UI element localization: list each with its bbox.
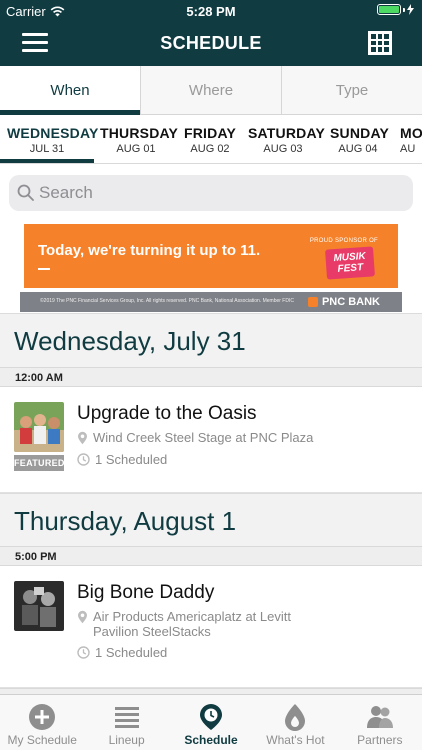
filter-tabs: When Where Type [0,66,422,115]
event-scheduled: 1 Scheduled [77,452,167,467]
day-name: FRIDAY [183,125,237,141]
event-venue: Wind Creek Steel Stage at PNC Plaza [77,430,313,445]
tab-lineup[interactable]: Lineup [84,695,168,750]
venue-line-1: Air Products Americaplatz at Levitt [93,609,291,624]
battery-icon [377,4,414,15]
section-title: Thursday, August 1 [14,506,237,536]
event-thumbnail [14,402,64,452]
ad-footer: ©2019 The PNC Financial Services Group, … [20,292,402,312]
status-time: 5:28 PM [186,4,236,19]
plus-circle-icon [29,704,56,730]
clock-icon [77,646,90,659]
day-thursday[interactable]: THURSDAY AUG 01 [100,125,179,155]
tab-label: My Schedule [7,733,77,747]
sponsor-ad-banner[interactable]: Today, we're turning it up to 11. PROUD … [20,222,402,312]
event-row[interactable]: FEATURED Upgrade to the Oasis Wind Creek… [0,387,422,493]
day-name: THURSDAY [100,125,179,141]
tab-when[interactable]: When [0,66,140,115]
tab-label: Partners [357,733,403,747]
tab-my-schedule[interactable]: My Schedule [0,695,84,750]
day-selector: WEDNESDAY JUL 31 THURSDAY AUG 01 FRIDAY … [0,115,422,164]
tab-schedule[interactable]: Schedule [169,695,253,750]
day-name: MO [400,125,422,141]
scheduled-count: 1 Scheduled [95,645,168,660]
ad-main: Today, we're turning it up to 11. PROUD … [24,224,398,288]
day-date: AUG 01 [116,143,156,155]
day-date: AUG 04 [338,143,378,155]
flame-icon [285,704,306,731]
date-section-header: Wednesday, July 31 [0,313,422,367]
time-slot-label: 12:00 AM [15,372,63,384]
tab-whats-hot[interactable]: What's Hot [253,695,337,750]
venue-line-2: Pavilion SteelStacks [93,624,211,639]
time-slot-label: 5:00 PM [15,551,57,563]
nav-bar: SCHEDULE [0,22,422,66]
day-name: SATURDAY [248,125,326,141]
day-date: AU [400,143,416,155]
page-title: SCHEDULE [160,33,262,53]
day-name: WEDNESDAY [7,125,99,141]
time-slot-header: 12:00 AM [0,367,422,387]
tab-type-label: Type [335,82,369,99]
ad-sponsor-text: PROUD SPONSOR OF [309,238,378,244]
day-saturday[interactable]: SATURDAY AUG 03 [248,125,326,155]
day-monday[interactable]: MO AU [400,125,422,155]
charging-bolt-icon [407,4,414,15]
location-pin-icon [78,610,87,624]
day-date: AUG 02 [190,143,230,155]
day-wednesday[interactable]: WEDNESDAY JUL 31 [7,125,99,155]
list-icon [114,707,139,728]
day-date: JUL 31 [29,143,65,155]
event-title: Upgrade to the Oasis [77,403,257,424]
tab-partners[interactable]: Partners [338,695,422,750]
section-title: Wednesday, July 31 [14,326,246,356]
day-name: SUNDAY [330,125,390,141]
bottom-tab-bar: My Schedule Lineup Schedule What's Hot P… [0,694,422,750]
pnc-mark-icon [307,297,318,307]
search-bar[interactable] [9,175,413,211]
bank-name: PNC BANK [321,296,380,308]
date-section-header: Thursday, August 1 [0,493,422,547]
clock-pin-icon [200,704,223,730]
event-row[interactable]: Big Bone Daddy Air Products Americaplatz… [0,566,422,688]
venue-name: Air Products Americaplatz at Levitt Pavi… [93,609,291,639]
featured-badge: FEATURED [14,455,64,471]
tab-when-label: When [50,82,90,99]
ad-dash [38,268,50,270]
status-bar: Carrier 5:28 PM [0,0,422,22]
tab-label: Schedule [184,733,238,747]
day-date: AUG 03 [263,143,303,155]
tab-where[interactable]: Where [140,66,281,114]
ad-headline: Today, we're turning it up to 11. [38,242,261,259]
search-icon [17,184,34,201]
time-slot-header: 5:00 PM [0,546,422,566]
grid-view-icon[interactable] [368,31,392,55]
search-input[interactable] [39,175,399,211]
scheduled-count: 1 Scheduled [95,452,168,467]
venue-name: Wind Creek Steel Stage at PNC Plaza [93,430,314,445]
musikfest-logo: MUSIK FEST [325,246,375,280]
event-venue: Air Products Americaplatz at Levitt Pavi… [77,609,291,639]
tab-label: Lineup [108,733,145,747]
day-friday[interactable]: FRIDAY AUG 02 [180,125,240,155]
event-title: Big Bone Daddy [77,582,215,603]
clock-icon [77,453,90,466]
tab-type[interactable]: Type [281,66,422,114]
tab-label: What's Hot [266,733,325,747]
location-pin-icon [78,431,87,445]
active-day-indicator [0,159,94,163]
pnc-bank-logo: PNC BANK [307,296,380,308]
event-scheduled: 1 Scheduled [77,645,167,660]
people-icon [366,706,393,728]
day-sunday[interactable]: SUNDAY AUG 04 [330,125,390,155]
tab-where-label: Where [188,82,234,99]
event-thumbnail [14,581,64,631]
ad-legal-text: ©2019 The PNC Financial Services Group, … [40,298,294,304]
